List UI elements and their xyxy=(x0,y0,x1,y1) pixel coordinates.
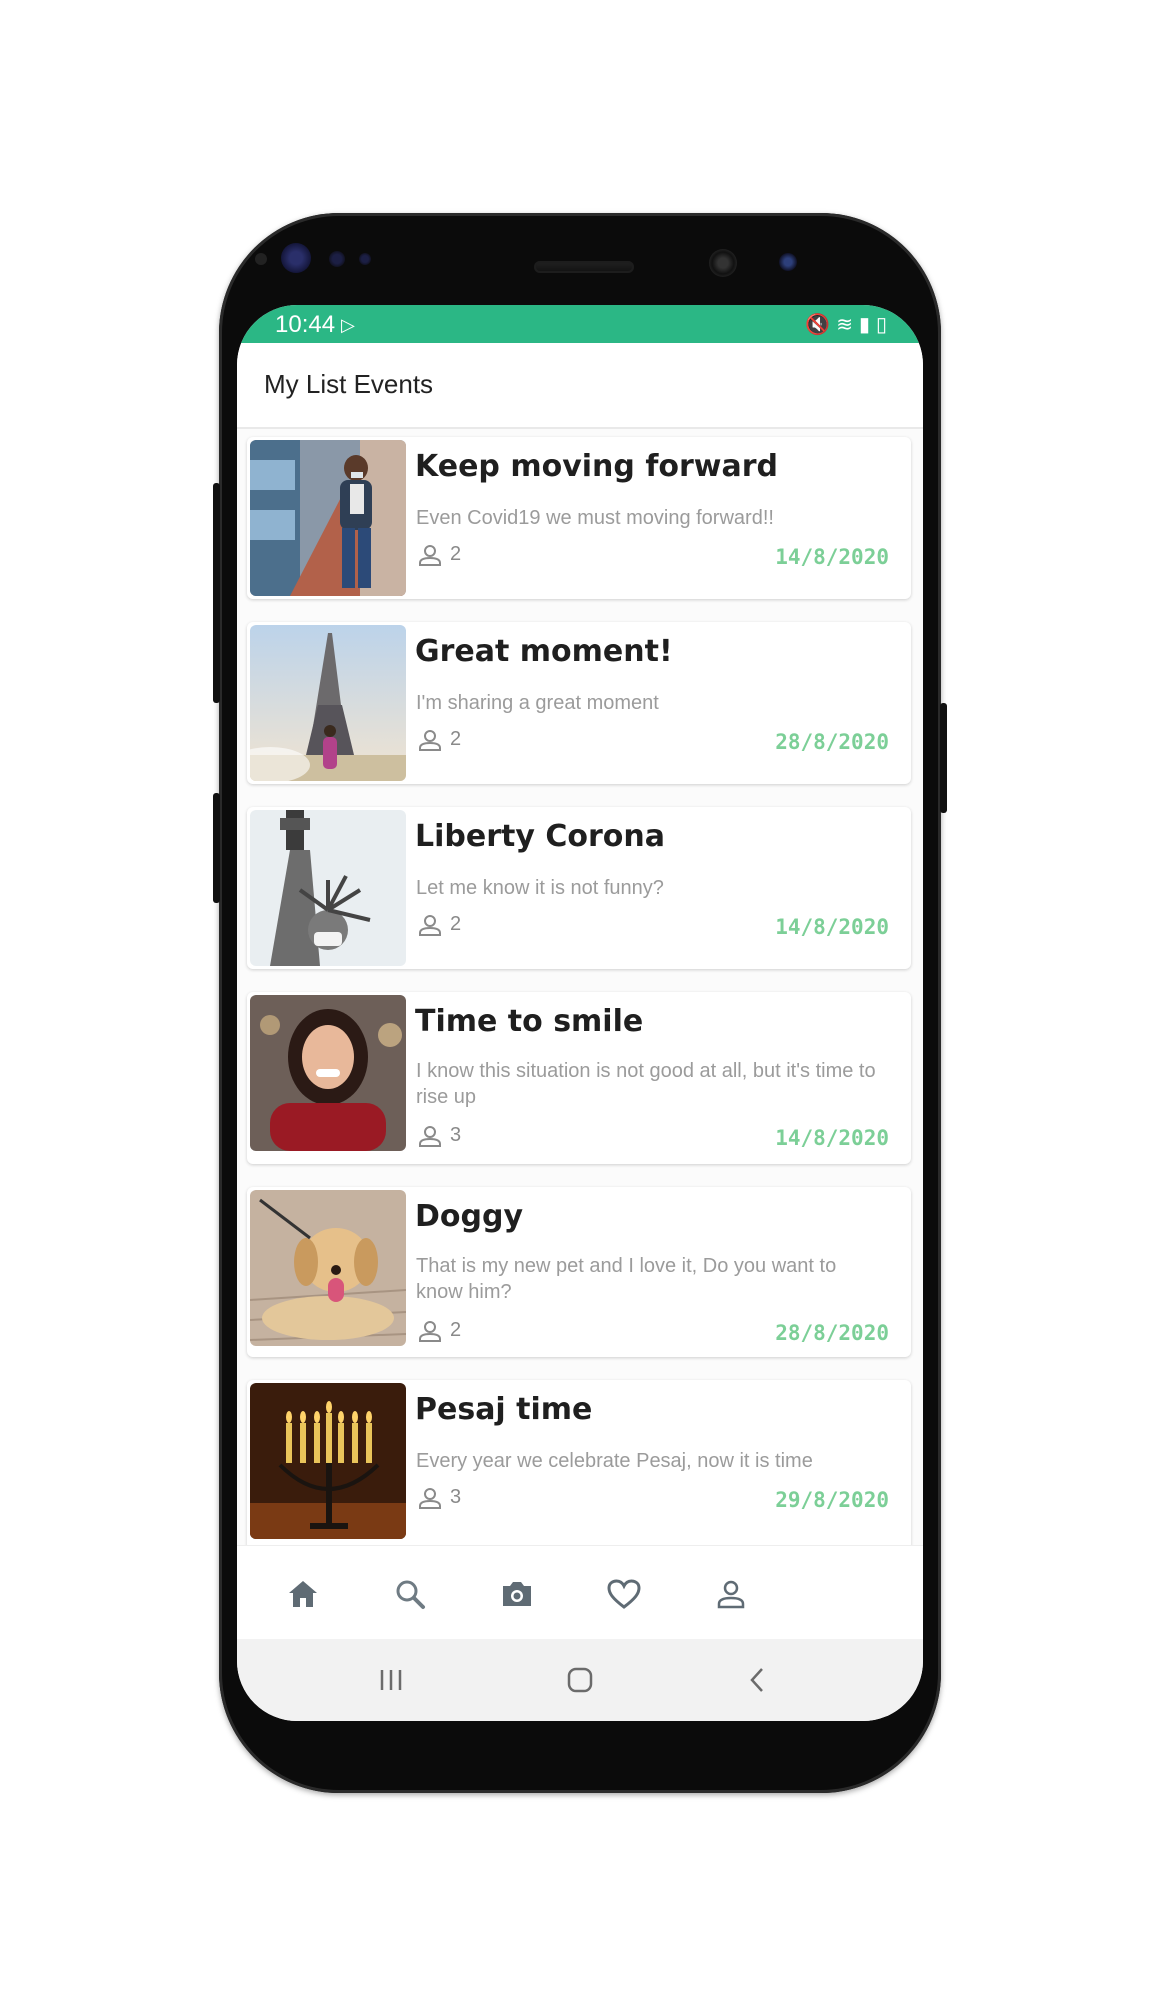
status-icons: 🔇≋▮▯ xyxy=(805,312,893,337)
event-image xyxy=(250,810,406,966)
event-title: Pesaj time xyxy=(415,1392,593,1427)
event-card[interactable]: Liberty Corona Let me know it is not fun… xyxy=(247,807,911,969)
event-card[interactable]: Time to smile I know this situation is n… xyxy=(247,992,911,1164)
event-title: Liberty Corona xyxy=(415,819,665,854)
event-image xyxy=(250,1383,406,1539)
participant-count-value: 2 xyxy=(450,913,462,935)
event-title: Time to smile xyxy=(415,1004,644,1039)
event-description: Let me know it is not funny? xyxy=(416,877,664,899)
event-date: 28/8/2020 xyxy=(775,1321,889,1345)
sensor-icon xyxy=(255,253,267,265)
event-title: Doggy xyxy=(415,1199,524,1234)
front-camera-icon xyxy=(709,249,737,277)
event-title: Keep moving forward xyxy=(415,449,779,484)
event-date: 14/8/2020 xyxy=(775,545,889,569)
person-icon xyxy=(419,1320,441,1342)
person-icon xyxy=(419,914,441,936)
participant-count-value: 3 xyxy=(450,1486,462,1508)
event-image xyxy=(250,625,406,781)
event-date: 29/8/2020 xyxy=(775,1488,889,1512)
battery-icon: ▯ xyxy=(875,314,893,336)
event-description: Every year we celebrate Pesaj, now it is… xyxy=(416,1450,813,1472)
sensor-icon xyxy=(359,253,371,265)
participant-count-value: 2 xyxy=(450,728,462,750)
event-description: Even Covid19 we must moving forward!! xyxy=(416,507,774,529)
bixby-button xyxy=(213,793,220,903)
event-description: I'm sharing a great moment xyxy=(416,692,659,714)
mute-icon: 🔇 xyxy=(805,314,837,336)
system-navigation xyxy=(237,1639,923,1721)
participant-count: 2 xyxy=(418,1319,461,1342)
event-card[interactable]: Great moment! I'm sharing a great moment… xyxy=(247,622,911,784)
iris-scanner-icon xyxy=(281,243,311,273)
participant-count-value: 2 xyxy=(450,1319,462,1341)
event-list[interactable]: Keep moving forward Even Covid19 we must… xyxy=(237,429,923,1545)
participant-count: 2 xyxy=(418,913,461,936)
search-icon[interactable] xyxy=(388,1572,432,1616)
back-icon[interactable] xyxy=(737,1665,777,1695)
recent-apps-icon[interactable] xyxy=(371,1665,411,1695)
earpiece-speaker xyxy=(534,261,634,273)
event-description: I know this situation is not good at all… xyxy=(416,1060,876,1108)
app-bar: My List Events xyxy=(237,343,923,429)
page-title: My List Events xyxy=(264,369,434,399)
bottom-navigation xyxy=(237,1545,923,1640)
event-card[interactable]: Pesaj time Every year we celebrate Pesaj… xyxy=(247,1380,911,1545)
event-date: 14/8/2020 xyxy=(775,1126,889,1150)
event-image xyxy=(250,1190,406,1346)
play-store-icon: ▷ xyxy=(341,315,355,335)
profile-icon[interactable] xyxy=(709,1572,753,1616)
sensor-icon xyxy=(329,251,345,267)
event-card[interactable]: Doggy That is my new pet and I love it, … xyxy=(247,1187,911,1357)
status-bar: 10:44 ▷ 🔇≋▮▯ xyxy=(237,305,923,343)
event-image xyxy=(250,440,406,596)
volume-button xyxy=(213,483,220,703)
event-image xyxy=(250,995,406,1151)
event-date: 14/8/2020 xyxy=(775,915,889,939)
participant-count: 2 xyxy=(418,728,461,751)
power-button xyxy=(940,703,947,813)
participant-count: 3 xyxy=(418,1124,461,1147)
wifi-icon: ≋ xyxy=(836,314,859,336)
person-icon xyxy=(419,1125,441,1147)
home-button-icon[interactable] xyxy=(560,1665,600,1695)
person-icon xyxy=(419,729,441,751)
event-card[interactable]: Keep moving forward Even Covid19 we must… xyxy=(247,437,911,599)
event-date: 28/8/2020 xyxy=(775,730,889,754)
participant-count-value: 2 xyxy=(450,543,462,565)
heart-icon[interactable] xyxy=(602,1572,646,1616)
participant-count: 3 xyxy=(418,1486,461,1509)
participant-count-value: 3 xyxy=(450,1124,462,1146)
camera-icon[interactable] xyxy=(495,1572,539,1616)
participant-count: 2 xyxy=(418,543,461,566)
screen: 10:44 ▷ 🔇≋▮▯ My List Events Keep moving … xyxy=(237,305,923,1721)
person-icon xyxy=(419,544,441,566)
person-icon xyxy=(419,1487,441,1509)
phone-frame: 10:44 ▷ 🔇≋▮▯ My List Events Keep moving … xyxy=(213,213,947,1793)
home-icon[interactable] xyxy=(281,1572,325,1616)
status-time: 10:44 xyxy=(275,311,336,338)
sensor-icon xyxy=(779,253,797,271)
event-title: Great moment! xyxy=(415,634,673,669)
event-description: That is my new pet and I love it, Do you… xyxy=(416,1255,837,1303)
signal-icon: ▮ xyxy=(858,314,876,336)
